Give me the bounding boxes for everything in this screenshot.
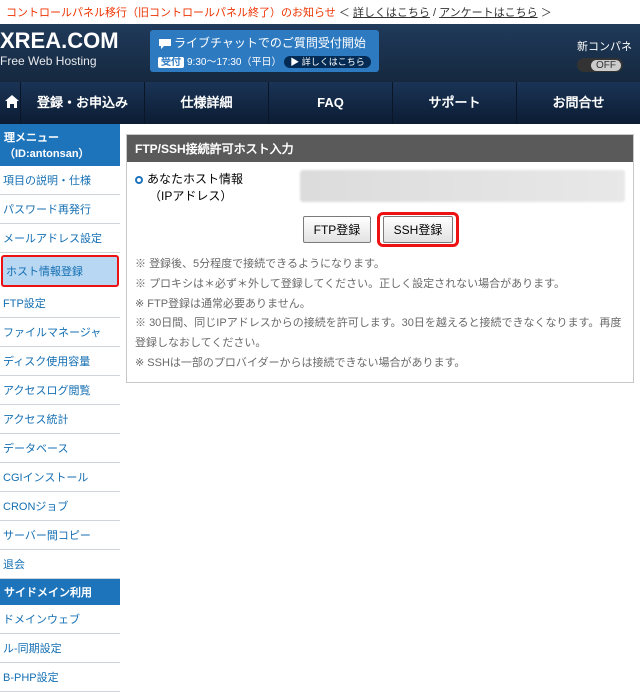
sidebar-title-manage: 理メニュー（ID:antonsan） xyxy=(0,124,120,166)
home-icon xyxy=(4,94,20,110)
notice-bar: コントロールパネル移行（旧コントロールパネル終了）のお知らせ ＜ 詳しくはこちら… xyxy=(0,0,640,24)
nav-home[interactable] xyxy=(0,82,20,124)
sidebar-item-8[interactable]: アクセス統計 xyxy=(0,405,120,434)
sidebar-item-0[interactable]: 項目の説明・仕様 xyxy=(0,166,120,195)
sidebar-group-1: 項目の説明・仕様パスワード再発行メールアドレス設定ホスト情報登録FTP設定ファイ… xyxy=(0,166,120,579)
sidebar-domain-item-1[interactable]: ル-同期設定 xyxy=(0,634,120,663)
notice-link-details[interactable]: 詳しくはこちら xyxy=(353,7,430,19)
header: XREA.COM Free Web Hosting ライブチャットでのご質問受付… xyxy=(0,24,640,82)
sidebar-item-13[interactable]: 退会 xyxy=(0,550,120,579)
host-value-blurred xyxy=(300,170,625,202)
nav-faq[interactable]: FAQ xyxy=(268,82,392,124)
note-0: 登録後、5分程度で接続できるようになります。 xyxy=(135,255,625,275)
main-content: FTP/SSH接続許可ホスト入力 あなたホスト情報 （IPアドレス） FTP登録… xyxy=(120,124,640,692)
host-label: あなたホスト情報 xyxy=(147,172,243,186)
sidebar-item-7[interactable]: アクセスログ閲覧 xyxy=(0,376,120,405)
nav-support[interactable]: サポート xyxy=(392,82,516,124)
sidebar-item-1[interactable]: パスワード再発行 xyxy=(0,195,120,224)
chat-icon xyxy=(158,38,172,50)
sidebar-item-9[interactable]: データベース xyxy=(0,434,120,463)
ftp-register-button[interactable]: FTP登録 xyxy=(303,216,372,243)
chat-more-button[interactable]: ▶ 詳しくはこちら xyxy=(284,56,371,68)
nav-contact[interactable]: お問合せ xyxy=(516,82,640,124)
sidebar-item-12[interactable]: サーバー間コピー xyxy=(0,521,120,550)
nav-spec[interactable]: 仕様詳細 xyxy=(144,82,268,124)
notice-red: コントロールパネル移行（旧コントロールパネル終了）のお知らせ xyxy=(6,7,336,19)
chat-badge: 受付 xyxy=(158,57,184,68)
sidebar-item-3[interactable]: ホスト情報登録 xyxy=(1,255,119,287)
bullet-icon xyxy=(135,176,143,184)
note-1: プロキシは＊必ず＊外して登録してください。正しく設定されない場合があります。 xyxy=(135,275,625,295)
note-3: 30日間、同じIPアドレスからの接続を許可します。30日を越えると接続できなくな… xyxy=(135,314,625,354)
sidebar-domain-item-0[interactable]: ドメインウェブ xyxy=(0,605,120,634)
live-chat-box[interactable]: ライブチャットでのご質問受付開始 受付9:30～17:30（平日） ▶ 詳しくは… xyxy=(150,30,379,72)
brand-domain: XREA.COM xyxy=(0,28,119,54)
sidebar-title-domain: サイドメイン利用 xyxy=(0,579,120,605)
notice-link-survey[interactable]: アンケートはこちら xyxy=(439,7,538,19)
brand-tagline: Free Web Hosting xyxy=(0,54,119,68)
brand: XREA.COM Free Web Hosting xyxy=(0,28,119,68)
main-nav: 登録・お申込み 仕様詳細 FAQ サポート お問合せ xyxy=(0,82,640,124)
note-2: FTP登録は通常必要ありません。 xyxy=(135,295,625,315)
sidebar-item-6[interactable]: ディスク使用容量 xyxy=(0,347,120,376)
notes: 登録後、5分程度で接続できるようになります。プロキシは＊必ず＊外して登録してくだ… xyxy=(135,255,625,374)
sidebar-item-5[interactable]: ファイルマネージャ xyxy=(0,318,120,347)
ssh-register-button[interactable]: SSH登録 xyxy=(383,216,454,243)
ftpssh-panel: FTP/SSH接続許可ホスト入力 あなたホスト情報 （IPアドレス） FTP登録… xyxy=(126,134,634,383)
note-4: SSHは一部のプロバイダーからは接続できない場合があります。 xyxy=(135,354,625,374)
sidebar-item-11[interactable]: CRONジョブ xyxy=(0,492,120,521)
sidebar: 理メニュー（ID:antonsan） 項目の説明・仕様パスワード再発行メールアド… xyxy=(0,124,120,692)
new-panel-toggle[interactable]: OFF xyxy=(577,58,623,72)
panel-heading: FTP/SSH接続許可ホスト入力 xyxy=(127,135,633,162)
sidebar-domain-item-2[interactable]: B-PHP設定 xyxy=(0,663,120,692)
header-right: 新コンパネ OFF xyxy=(577,38,632,72)
sidebar-group-2: ドメインウェブル-同期設定B-PHP設定 xyxy=(0,605,120,692)
sidebar-item-10[interactable]: CGIインストール xyxy=(0,463,120,492)
nav-register[interactable]: 登録・お申込み xyxy=(20,82,144,124)
sidebar-item-4[interactable]: FTP設定 xyxy=(0,289,120,318)
ip-label: （IPアドレス） xyxy=(135,187,290,204)
sidebar-item-2[interactable]: メールアドレス設定 xyxy=(0,224,120,253)
